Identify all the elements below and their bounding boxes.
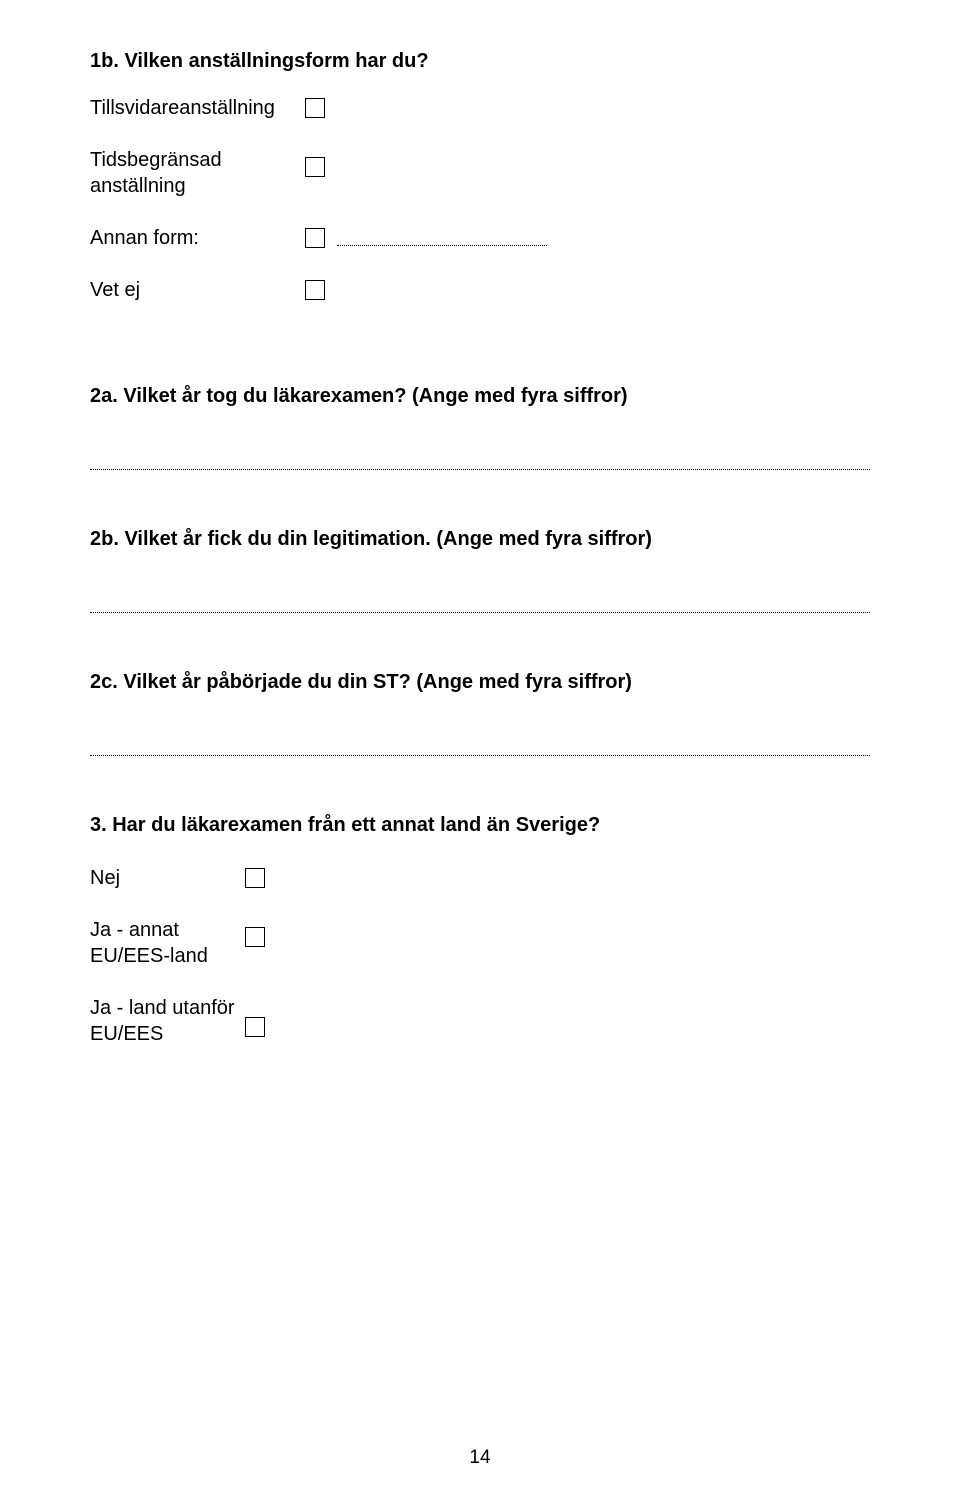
q1b-title: 1b. Vilken anställningsform har du? xyxy=(90,50,870,73)
q3-option-eu: Ja - annat EU/EES-land xyxy=(90,917,870,969)
checkbox-tillsvidare[interactable] xyxy=(305,98,325,118)
q2c-title: 2c. Vilket år påbörjade du din ST? (Ange… xyxy=(90,671,870,694)
q1b-option-tidsbegransad: Tidsbegränsad anställning xyxy=(90,147,870,199)
q1b-opt-tidsbegransad-label: Tidsbegränsad anställning xyxy=(90,147,305,199)
q1b-option-vetej: Vet ej xyxy=(90,277,870,303)
q2b-title: 2b. Vilket år fick du din legitimation. … xyxy=(90,528,870,551)
q3-opt-utanfor-label: Ja - land utanför EU/EES xyxy=(90,995,245,1047)
q1b-opt-vetej-label: Vet ej xyxy=(90,277,305,303)
checkbox-nej[interactable] xyxy=(245,868,265,888)
q2a-input-line[interactable] xyxy=(90,468,870,470)
checkbox-tidsbegransad[interactable] xyxy=(305,157,325,177)
q2b-input-line[interactable] xyxy=(90,611,870,613)
q2a-title: 2a. Vilket år tog du läkarexamen? (Ange … xyxy=(90,385,870,408)
q3-opt-eu-label: Ja - annat EU/EES-land xyxy=(90,917,245,969)
q3-opt-nej-label: Nej xyxy=(90,865,245,891)
q3-option-utanfor: Ja - land utanför EU/EES xyxy=(90,995,870,1047)
annan-input-line[interactable] xyxy=(337,231,547,246)
q2c-input-line[interactable] xyxy=(90,754,870,756)
form-page: 1b. Vilken anställningsform har du? Till… xyxy=(0,0,960,1497)
q1b-opt-tillsvidare-label: Tillsvidareanställning xyxy=(90,95,305,121)
checkbox-vetej[interactable] xyxy=(305,280,325,300)
q3-title: 3. Har du läkarexamen från ett annat lan… xyxy=(90,814,870,837)
checkbox-annan[interactable] xyxy=(305,228,325,248)
q1b-option-annan: Annan form: xyxy=(90,225,870,251)
q1b-opt-annan-label: Annan form: xyxy=(90,225,305,251)
q3-option-nej: Nej xyxy=(90,865,870,891)
q1b-option-tillsvidare: Tillsvidareanställning xyxy=(90,95,870,121)
page-number: 14 xyxy=(0,1447,960,1469)
checkbox-eu[interactable] xyxy=(245,927,265,947)
checkbox-utanfor[interactable] xyxy=(245,1017,265,1037)
